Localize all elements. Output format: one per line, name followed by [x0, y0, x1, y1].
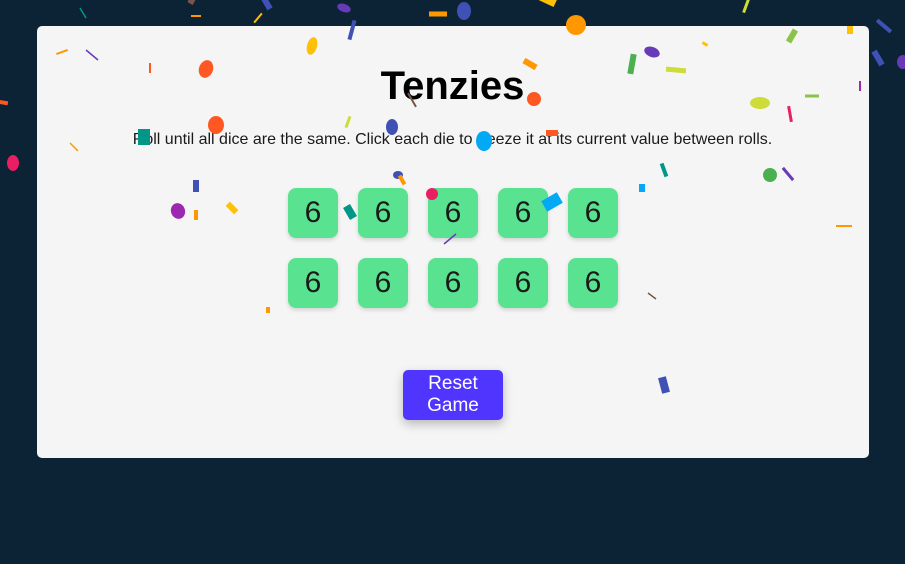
dice-grid: 6 6 6 6 6 6 6 6 6 6	[288, 188, 618, 308]
die-2[interactable]: 6	[358, 188, 408, 238]
confetti-piece	[429, 11, 447, 17]
instructions-text: Roll until all dice are the same. Click …	[132, 131, 773, 148]
confetti-piece	[742, 0, 750, 14]
confetti-piece	[79, 7, 87, 19]
confetti-piece	[875, 18, 893, 34]
die-1[interactable]: 6	[288, 188, 338, 238]
reset-game-button[interactable]: Reset Game	[403, 370, 503, 420]
page-title: Tenzies	[380, 64, 525, 108]
die-8[interactable]: 6	[428, 258, 478, 308]
die-9[interactable]: 6	[498, 258, 548, 308]
die-7[interactable]: 6	[358, 258, 408, 308]
app-viewport: Tenzies Roll until all dice are the same…	[0, 0, 905, 564]
die-4[interactable]: 6	[498, 188, 548, 238]
die-10[interactable]: 6	[568, 258, 618, 308]
die-6[interactable]: 6	[288, 258, 338, 308]
confetti-piece	[187, 0, 197, 5]
confetti-piece	[539, 0, 557, 8]
confetti-piece	[253, 12, 263, 24]
confetti-piece	[7, 155, 19, 171]
confetti-piece	[337, 3, 351, 13]
die-3[interactable]: 6	[428, 188, 478, 238]
die-5[interactable]: 6	[568, 188, 618, 238]
confetti-piece	[191, 15, 201, 17]
confetti-piece	[259, 0, 273, 11]
confetti-piece	[457, 2, 471, 20]
